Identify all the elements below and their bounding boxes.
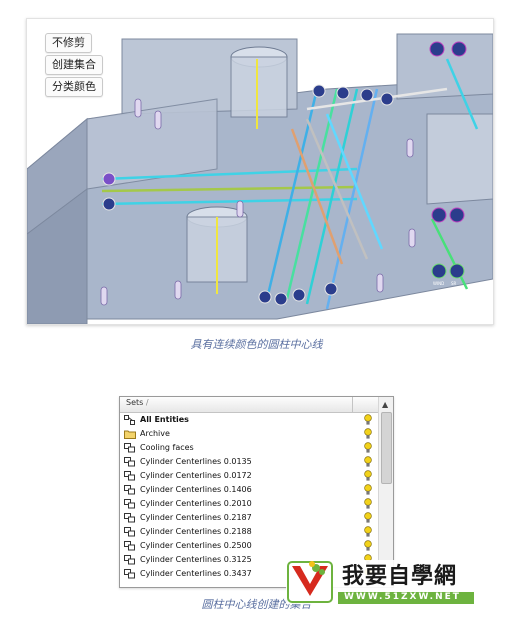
cad-viewport[interactable]: WIND SR WIND SR 不修剪 创建集合 分类颜色: [26, 18, 494, 325]
column-divider: [352, 397, 353, 412]
figure-caption-top: 具有连续颜色的圆柱中心线: [190, 338, 323, 351]
set-row[interactable]: All Entities: [120, 413, 378, 427]
set-icon: [124, 499, 136, 509]
set-label: Cylinder Centerlines 0.2010: [140, 499, 252, 508]
right-pocket: [426, 113, 493, 205]
visibility-bulb-icon[interactable]: [364, 540, 372, 552]
scroll-up-icon[interactable]: ▲: [382, 400, 388, 409]
visibility-bulb-icon[interactable]: [364, 456, 372, 468]
set-row[interactable]: Archive: [120, 427, 378, 441]
set-row[interactable]: Cooling faces: [120, 441, 378, 455]
visibility-bulb-icon[interactable]: [364, 484, 372, 496]
set-icon: [124, 569, 136, 579]
visibility-bulb-icon[interactable]: [364, 414, 372, 426]
scrollbar-thumb[interactable]: [381, 412, 392, 484]
visibility-bulb-icon[interactable]: [364, 526, 372, 538]
sort-arrow-icon: /: [145, 398, 149, 407]
set-icon: [124, 443, 136, 453]
set-icon: [124, 513, 136, 523]
set-label: Cylinder Centerlines 0.0135: [140, 457, 252, 466]
set-row[interactable]: Cylinder Centerlines 0.0135: [120, 455, 378, 469]
visibility-bulb-icon[interactable]: [364, 498, 372, 510]
set-row[interactable]: Cylinder Centerlines 0.2010: [120, 497, 378, 511]
set-label: All Entities: [140, 415, 189, 424]
set-label: Cylinder Centerlines 0.2500: [140, 541, 252, 550]
visibility-bulb-icon[interactable]: [364, 512, 372, 524]
set-label: Cylinder Centerlines 0.1406: [140, 485, 252, 494]
set-icon: [124, 471, 136, 481]
set-icon: [124, 527, 136, 537]
sets-header-label: Sets /: [126, 398, 149, 407]
watermark-title: 我要自學網: [342, 564, 458, 589]
set-row[interactable]: Cylinder Centerlines 0.0172: [120, 469, 378, 483]
classify-color-button[interactable]: 分类颜色: [45, 77, 103, 97]
visibility-bulb-icon[interactable]: [364, 428, 372, 440]
create-set-button[interactable]: 创建集合: [45, 55, 103, 75]
set-row[interactable]: Cylinder Centerlines 0.2500: [120, 539, 378, 553]
set-icon: [124, 555, 136, 565]
set-label: Archive: [140, 429, 170, 438]
set-label: Cooling faces: [140, 443, 194, 452]
set-row[interactable]: Cylinder Centerlines 0.1406: [120, 483, 378, 497]
model-label: WIND: [319, 77, 330, 82]
watermark-url: WWW.51ZXW.NET: [344, 592, 461, 602]
model-label: SR: [451, 281, 457, 286]
set-label: Cylinder Centerlines 0.2187: [140, 513, 252, 522]
set-row[interactable]: Cylinder Centerlines 0.2188: [120, 525, 378, 539]
model-label: SR: [339, 77, 345, 82]
all-entities-icon: [124, 415, 136, 425]
set-icon: [124, 541, 136, 551]
archive-folder-icon: [124, 429, 136, 439]
set-label: Cylinder Centerlines 0.2188: [140, 527, 252, 536]
set-label: Cylinder Centerlines 0.3125: [140, 555, 252, 564]
set-label: Cylinder Centerlines 0.3437: [140, 569, 252, 578]
set-icon: [124, 485, 136, 495]
no-trim-button[interactable]: 不修剪: [45, 33, 92, 53]
watermark-logo: 我要自學網 WWW.51ZXW.NET: [286, 556, 477, 606]
model-label: WIND: [433, 281, 444, 286]
set-row[interactable]: Cylinder Centerlines 0.2187: [120, 511, 378, 525]
visibility-bulb-icon[interactable]: [364, 470, 372, 482]
set-icon: [124, 457, 136, 467]
set-label: Cylinder Centerlines 0.0172: [140, 471, 252, 480]
visibility-bulb-icon[interactable]: [364, 442, 372, 454]
sets-column-header[interactable]: Sets /: [120, 397, 378, 413]
